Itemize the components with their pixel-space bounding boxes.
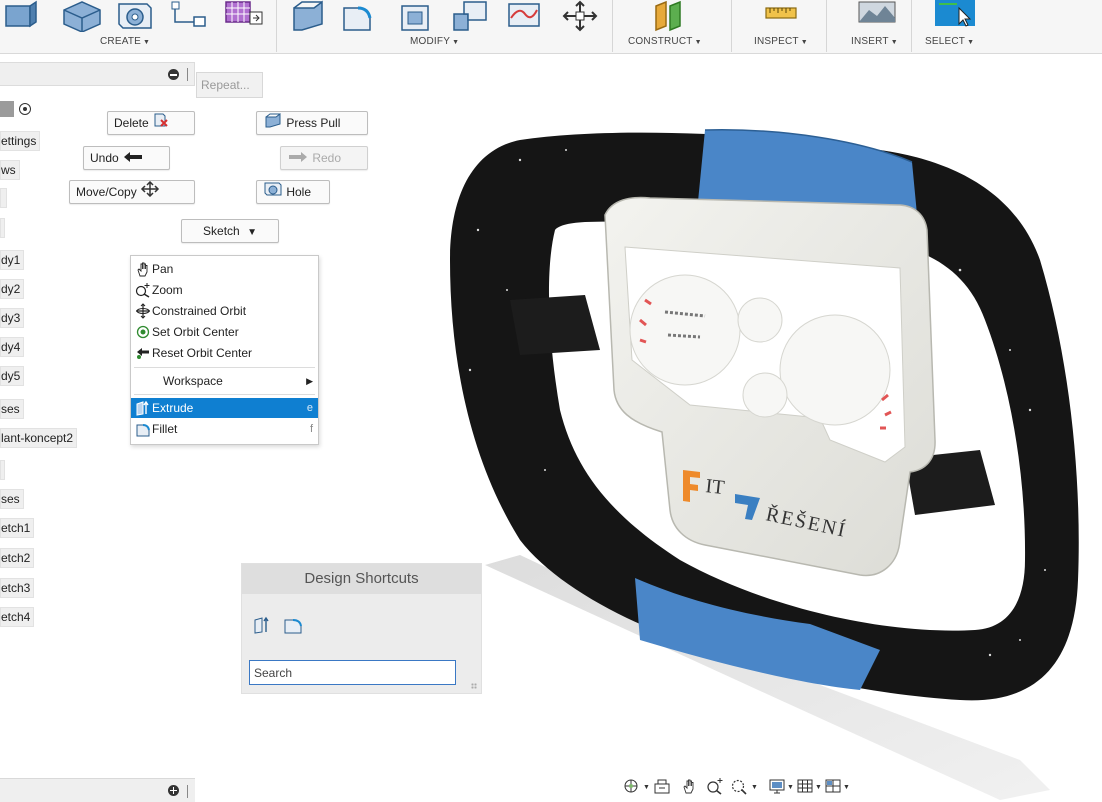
menu-item-extrude[interactable]: Extrude e — [131, 398, 318, 418]
hole-button[interactable]: Hole — [256, 180, 330, 204]
pan-icon[interactable] — [680, 777, 698, 798]
menu-label: Constrained Orbit — [152, 304, 247, 318]
chevron-down-icon[interactable]: ▼ — [787, 784, 794, 791]
menu-label: Zoom — [152, 283, 183, 297]
target-icon — [135, 324, 151, 340]
context-menu: Pan Zoom Constrained Orbit Set Orbit Cen… — [130, 255, 319, 445]
redo-icon — [287, 148, 309, 170]
sketch-dropdown[interactable]: Sketch ▼ — [181, 219, 279, 243]
menu-item-fillet[interactable]: Fillet f — [131, 419, 318, 439]
hand-icon — [135, 261, 151, 277]
menu-item-workspace[interactable]: Workspace ▶ — [131, 370, 318, 392]
sketch-label: Sketch — [203, 224, 240, 238]
hole-icon — [263, 181, 283, 204]
shortcut-key: e — [306, 402, 313, 414]
shortcut-key: f — [309, 423, 313, 435]
menu-label: Pan — [152, 262, 174, 276]
delete-icon — [152, 112, 170, 135]
menu-label: Reset Orbit Center — [152, 346, 253, 360]
shortcut-search-input[interactable] — [249, 660, 456, 685]
hole-label: Hole — [286, 185, 312, 199]
menu-item-set-orbit-center[interactable]: Set Orbit Center — [131, 322, 318, 342]
chevron-down-icon: ▼ — [247, 227, 257, 238]
delete-button[interactable]: Delete — [107, 111, 195, 135]
design-shortcuts-panel: Design Shortcuts — [241, 563, 482, 694]
extrude-icon — [135, 400, 151, 416]
grid-icon[interactable] — [796, 777, 814, 798]
menu-item-pan[interactable]: Pan — [131, 259, 318, 279]
undo-label: Undo — [90, 151, 119, 165]
design-shortcuts-title: Design Shortcuts — [242, 564, 481, 594]
menu-item-reset-orbit-center[interactable]: Reset Orbit Center — [131, 343, 318, 363]
fillet-icon — [135, 421, 151, 437]
zoom-icon — [135, 282, 151, 298]
chevron-down-icon[interactable]: ▼ — [643, 784, 650, 791]
press-pull-label: Press Pull — [286, 116, 341, 130]
menu-label: Set Orbit Center — [152, 325, 239, 339]
menu-item-zoom[interactable]: Zoom — [131, 280, 318, 300]
orbit-icon[interactable] — [622, 777, 640, 798]
move-copy-button[interactable]: Move/Copy — [69, 180, 195, 204]
repeat-button[interactable]: Repeat... — [196, 72, 263, 98]
menu-separator — [134, 394, 315, 395]
move-copy-label: Move/Copy — [76, 185, 137, 199]
undo-button[interactable]: Undo — [83, 146, 170, 170]
resize-grip-icon[interactable] — [471, 683, 477, 689]
zoom-icon[interactable] — [706, 777, 724, 798]
speedometer — [629, 274, 741, 386]
orbit-icon — [135, 303, 151, 319]
extrude-icon[interactable] — [252, 615, 272, 638]
viewports-icon[interactable] — [824, 777, 842, 798]
chevron-down-icon[interactable]: ▼ — [751, 784, 758, 791]
menu-separator — [134, 367, 315, 368]
tachometer — [779, 314, 891, 426]
navigation-bar: ▼ ▼ ▼ ▼ ▼ — [620, 775, 940, 801]
redo-button[interactable]: Redo — [280, 146, 368, 170]
submenu-arrow-icon: ▶ — [306, 376, 313, 386]
press-pull-button[interactable]: Press Pull — [256, 111, 368, 135]
menu-label: Extrude — [152, 401, 194, 415]
undo-icon — [122, 148, 144, 170]
fillet-icon[interactable] — [283, 615, 303, 638]
press-pull-icon — [263, 112, 283, 135]
menu-label: Fillet — [152, 422, 178, 436]
reset-arrow-icon — [135, 345, 151, 361]
redo-label: Redo — [312, 151, 342, 165]
move-icon — [140, 181, 160, 204]
chevron-down-icon[interactable]: ▼ — [815, 784, 822, 791]
menu-label: Workspace — [163, 374, 223, 388]
left-spoke — [510, 295, 600, 355]
menu-item-constrained-orbit[interactable]: Constrained Orbit — [131, 301, 318, 321]
logo-text-it: IT — [704, 475, 725, 499]
chevron-down-icon[interactable]: ▼ — [843, 784, 850, 791]
display-settings-icon[interactable] — [768, 777, 786, 798]
delete-label: Delete — [114, 116, 149, 130]
look-at-icon[interactable] — [653, 777, 671, 798]
fit-icon[interactable] — [730, 777, 748, 798]
